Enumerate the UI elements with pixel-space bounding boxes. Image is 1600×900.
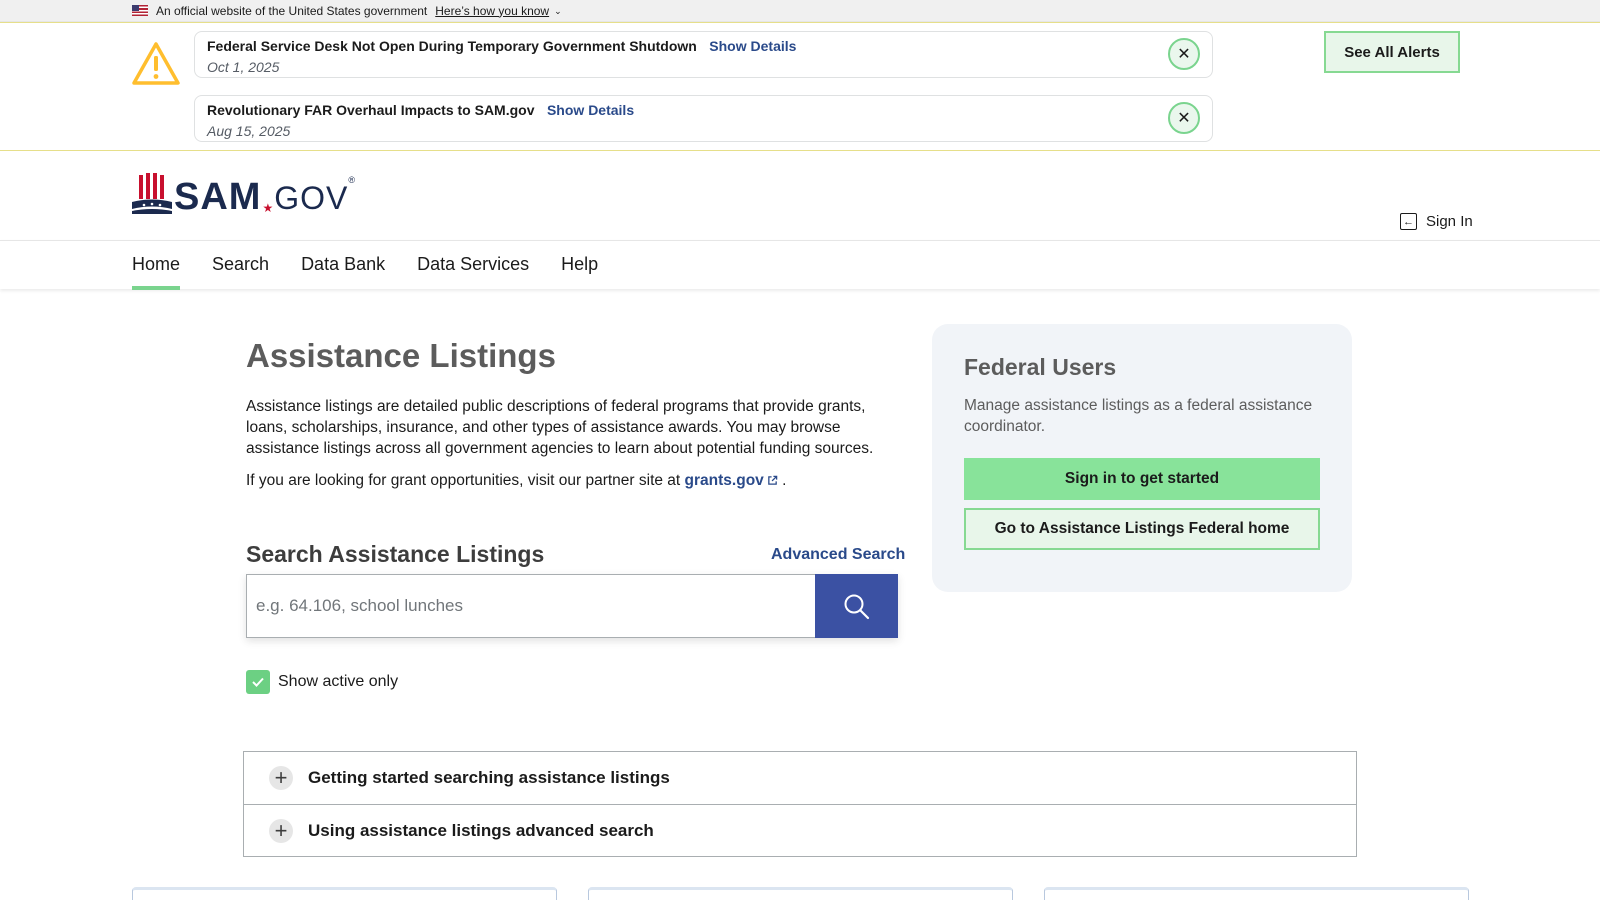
site-header: SAM ★ GOV ® ← Sign In [0,151,1600,240]
alert-date: Oct 1, 2025 [207,59,280,75]
heres-how-you-know-label[interactable]: Here’s how you know [435,4,549,18]
external-link-icon [767,475,778,485]
close-icon: ✕ [1177,110,1191,127]
federal-users-card: Federal Users Manage assistance listings… [932,324,1352,592]
partner-suffix: . [782,472,787,489]
active-only-filter: Show active only [246,670,398,694]
nav-item-help[interactable]: Help [561,241,598,290]
accordion-label: Getting started searching assistance lis… [308,768,670,787]
checkmark-icon [252,677,264,687]
active-only-label: Show active only [278,673,399,690]
alert-show-details-link[interactable]: Show Details [709,38,796,54]
sign-in-link[interactable]: ← Sign In [1400,213,1473,230]
info-card [588,887,1013,900]
help-accordion: + Getting started searching assistance l… [243,751,1357,857]
alert-close-button[interactable]: ✕ [1168,38,1200,70]
partner-prefix: If you are looking for grant opportuniti… [246,472,681,489]
sign-in-label: Sign In [1426,213,1473,230]
active-only-checkbox[interactable] [246,670,270,694]
alert-date: Aug 15, 2025 [207,123,291,139]
see-all-alerts-button[interactable]: See All Alerts [1324,31,1460,73]
accordion-item-advanced-search[interactable]: + Using assistance listings advanced sea… [244,804,1356,856]
nav-item-data-bank[interactable]: Data Bank [301,241,385,290]
search-icon [844,594,870,619]
partner-text: If you are looking for grant opportuniti… [246,472,786,490]
alert-show-details-link[interactable]: Show Details [547,102,634,118]
logo-registered-mark: ® [348,175,355,185]
nav-item-data-services[interactable]: Data Services [417,241,529,290]
federal-users-description: Manage assistance listings as a federal … [964,397,1313,435]
accordion-label: Using assistance listings advanced searc… [308,820,654,840]
alert-title: Revolutionary FAR Overhaul Impacts to SA… [207,102,535,118]
alerts-region: Federal Service Desk Not Open During Tem… [0,22,1600,151]
gov-banner: An official website of the United States… [0,0,1600,22]
grants-gov-link[interactable]: grants.gov [685,472,778,489]
gov-banner-text: An official website of the United States… [156,3,428,18]
search-button[interactable] [815,574,898,638]
chevron-down-icon: ⌄ [554,5,562,16]
search-box [246,574,898,638]
alert-card: Federal Service Desk Not Open During Tem… [194,31,1213,78]
nav-item-home[interactable]: Home [132,241,181,290]
page-title: Assistance Listings [246,337,556,374]
info-card [1044,887,1469,900]
close-icon: ✕ [1177,46,1191,63]
sam-gov-logo[interactable]: SAM ★ GOV ® [132,173,355,218]
warning-icon [132,42,180,85]
main-content: Assistance Listings Assistance listings … [0,289,1600,900]
info-card [132,887,557,900]
logo-star-icon: ★ [262,201,274,215]
federal-home-button[interactable]: Go to Assistance Listings Federal home [964,508,1320,550]
alert-title: Federal Service Desk Not Open During Tem… [207,38,697,54]
page-description: Assistance listings are detailed public … [246,398,874,457]
alert-close-button[interactable]: ✕ [1168,102,1200,134]
sign-in-to-get-started-button[interactable]: Sign in to get started [964,458,1320,500]
search-input[interactable] [246,574,815,638]
grants-gov-label[interactable]: grants.gov [685,472,764,489]
advanced-search-link[interactable]: Advanced Search [771,546,905,564]
nav-item-search[interactable]: Search [212,241,269,290]
logo-gov-text: GOV [274,180,349,216]
federal-users-title: Federal Users [964,354,1117,380]
search-heading: Search Assistance Listings [246,541,545,567]
logo-sam-text: SAM [174,176,262,218]
heres-how-you-know-link[interactable]: Here’s how you know ⌄ [435,4,561,18]
us-flag-icon [132,5,148,16]
alert-card: Revolutionary FAR Overhaul Impacts to SA… [194,95,1213,142]
main-nav: Home Search Data Bank Data Services Help [0,240,1600,290]
uncle-sam-hat-icon [132,173,172,214]
sign-in-icon: ← [1400,213,1417,230]
accordion-item-getting-started[interactable]: + Getting started searching assistance l… [244,752,1356,804]
plus-icon: + [269,818,293,843]
plus-icon: + [269,766,293,790]
